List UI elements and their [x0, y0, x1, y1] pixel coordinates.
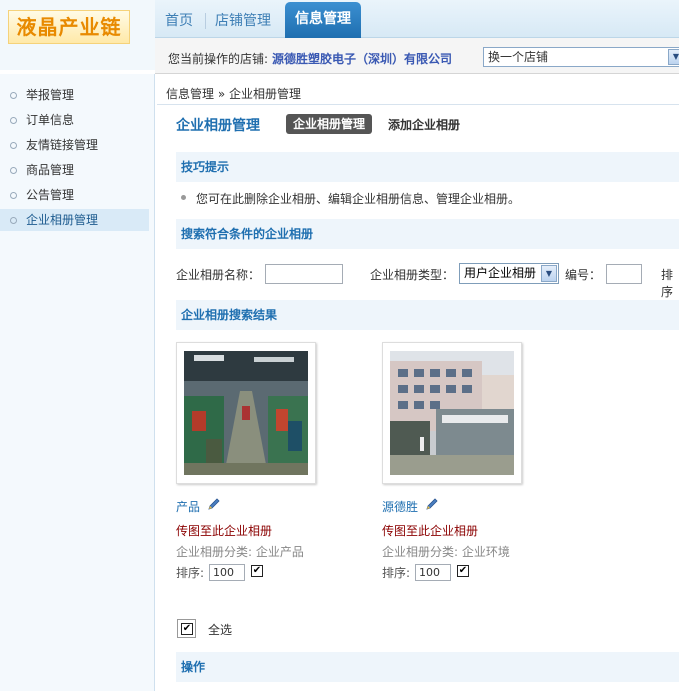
album-checkbox[interactable]: ✔: [457, 565, 469, 577]
pencil-icon[interactable]: [207, 497, 221, 511]
search-heading: 搜索符合条件的企业相册: [176, 219, 679, 249]
sidebar-item-label: 企业相册管理: [26, 213, 99, 227]
divider: [157, 104, 679, 105]
album-cover-image[interactable]: [184, 351, 308, 475]
logo-area: 液晶产业链: [0, 0, 155, 70]
album-category: 企业相册分类: 企业产品: [176, 545, 304, 559]
sidebar-item-products[interactable]: 商品管理: [0, 159, 149, 181]
album-id-label: 编号：: [565, 268, 602, 282]
tab-add-album[interactable]: 添加企业相册: [388, 116, 460, 133]
album-type-value: 用户企业相册: [464, 266, 537, 280]
sidebar-item-announcements[interactable]: 公告管理: [0, 184, 149, 206]
sort-label: 排序:: [382, 566, 411, 580]
page-title: 企业相册管理: [176, 118, 260, 134]
upload-to-album-link[interactable]: 传图至此企业相册: [176, 522, 272, 539]
select-all-checkbox[interactable]: ✔: [177, 619, 196, 638]
sidebar-item-label: 商品管理: [26, 163, 75, 177]
album-thumbnail[interactable]: [382, 342, 522, 484]
site-logo[interactable]: 液晶产业链: [8, 10, 130, 44]
bullet-icon: [10, 167, 17, 174]
album-checkbox[interactable]: ✔: [251, 565, 263, 577]
sort-input[interactable]: 100: [209, 564, 245, 581]
upload-to-album-link[interactable]: 传图至此企业相册: [382, 522, 478, 539]
album-name-input[interactable]: [265, 264, 343, 284]
bullet-icon: [10, 142, 17, 149]
chevron-down-icon[interactable]: ▼: [541, 265, 557, 282]
album-name[interactable]: 源德胜: [382, 498, 418, 515]
nav-divider: [205, 13, 206, 29]
sidebar-item-reports[interactable]: 举报管理: [0, 84, 149, 106]
sidebar-item-label: 友情链接管理: [26, 138, 99, 152]
sidebar-item-albums[interactable]: 企业相册管理: [0, 209, 149, 231]
sidebar-item-label: 公告管理: [26, 188, 75, 202]
sidebar-item-label: 订单信息: [26, 113, 75, 127]
tips-text: 您可在此删除企业相册、编辑企业相册信息、管理企业相册。: [196, 192, 521, 206]
bullet-icon: [10, 92, 17, 99]
album-type-select[interactable]: 用户企业相册 ▼: [459, 263, 559, 284]
nav-store-management[interactable]: 店铺管理: [215, 8, 271, 36]
select-all-checkmark[interactable]: ✔: [181, 623, 193, 635]
album-thumbnail[interactable]: [176, 342, 316, 484]
factory-building-image: [390, 351, 514, 475]
bullet-icon: [181, 195, 186, 200]
store-bar: 您当前操作的店铺: 源德胜塑胶电子（深圳）有限公司 换一个店铺 ▼: [155, 38, 679, 74]
actions-heading: 操作: [176, 652, 679, 682]
select-all-label: 全选: [208, 623, 233, 637]
sort-input[interactable]: 100: [415, 564, 451, 581]
top-nav: 首页 店铺管理 信息管理: [155, 0, 679, 38]
switch-store-select[interactable]: 换一个店铺 ▼: [483, 47, 679, 67]
sidebar-item-label: 举报管理: [26, 88, 75, 102]
album-name-label: 企业相册名称：: [176, 268, 261, 282]
tips-heading: 技巧提示: [176, 152, 679, 182]
chevron-down-icon[interactable]: ▼: [668, 49, 679, 65]
switch-store-value: 换一个店铺: [488, 50, 549, 64]
breadcrumb: 信息管理 » 企业相册管理: [166, 87, 301, 101]
sidebar-item-orders[interactable]: 订单信息: [0, 109, 149, 131]
bullet-icon: [10, 217, 17, 224]
pencil-icon[interactable]: [425, 497, 439, 511]
tab-album-management[interactable]: 企业相册管理: [286, 114, 373, 134]
results-heading: 企业相册搜索结果: [176, 300, 679, 330]
bullet-icon: [10, 192, 17, 199]
album-id-input[interactable]: [606, 264, 642, 284]
album-cover-image[interactable]: [390, 351, 514, 475]
sidebar-item-friend-links[interactable]: 友情链接管理: [0, 134, 149, 156]
sort-label: 排序: [661, 268, 674, 299]
sort-label: 排序:: [176, 566, 205, 580]
nav-home[interactable]: 首页: [165, 8, 193, 36]
factory-floor-image: [184, 351, 308, 475]
album-type-label: 企业相册类型：: [370, 268, 455, 282]
album-category: 企业相册分类: 企业环境: [382, 545, 510, 559]
current-store-name[interactable]: 源德胜塑胶电子（深圳）有限公司: [272, 50, 452, 67]
sidebar: 举报管理 订单信息 友情链接管理 商品管理 公告管理 企业相册管理: [0, 74, 155, 691]
current-store-label: 您当前操作的店铺:: [168, 52, 269, 66]
nav-info-management[interactable]: 信息管理: [285, 2, 361, 38]
bullet-icon: [10, 117, 17, 124]
album-name[interactable]: 产品: [176, 498, 200, 515]
